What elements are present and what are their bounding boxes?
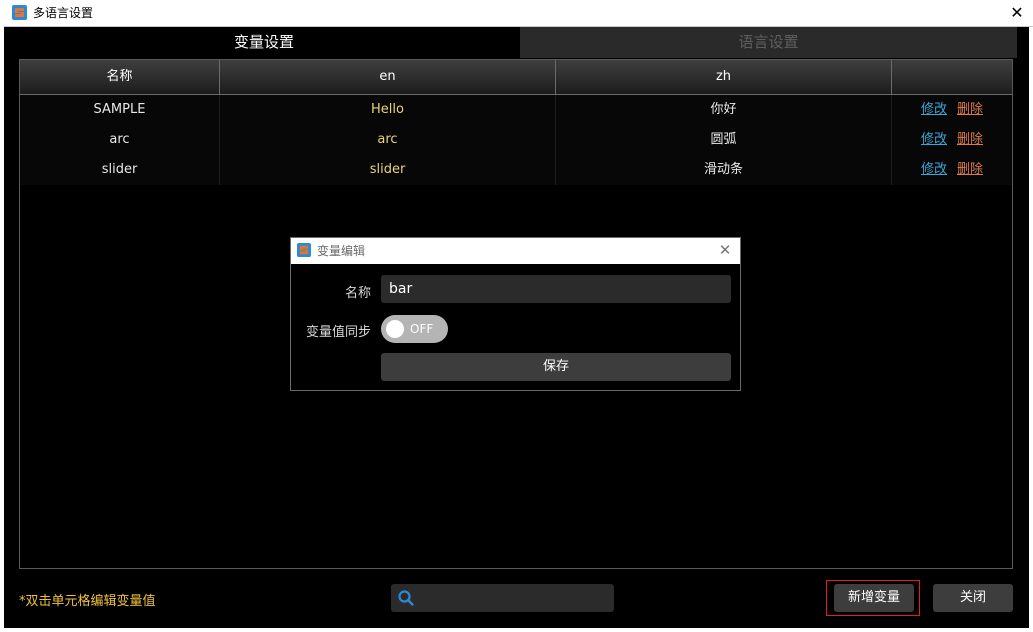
- delete-link[interactable]: 删除: [957, 132, 983, 147]
- app-logo-icon: [297, 243, 311, 257]
- cell-name[interactable]: SAMPLE: [20, 95, 220, 125]
- save-button[interactable]: 保存: [381, 353, 731, 381]
- table-row[interactable]: arc arc 圆弧 修改 删除: [20, 125, 1012, 155]
- toggle-state-text: OFF: [410, 322, 434, 336]
- toggle-knob: [386, 320, 404, 338]
- search-icon: [398, 590, 414, 606]
- delete-link[interactable]: 删除: [957, 162, 983, 177]
- variable-edit-dialog: 变量编辑 ✕ 名称 变量值同步 OFF 保存: [290, 237, 741, 391]
- name-label: 名称: [344, 286, 371, 301]
- tab-language-settings[interactable]: 语言设置: [520, 27, 1017, 58]
- delete-link[interactable]: 删除: [957, 102, 983, 117]
- cell-actions: 修改 删除: [892, 95, 1012, 125]
- cell-name[interactable]: slider: [20, 155, 220, 185]
- title-bar: 多语言设置 ✕: [4, 0, 1033, 27]
- column-header-actions: [892, 60, 1012, 94]
- table-row[interactable]: SAMPLE Hello 你好 修改 删除: [20, 95, 1012, 125]
- window-title: 多语言设置: [33, 6, 94, 20]
- dialog-close-icon[interactable]: ✕: [716, 241, 734, 259]
- cell-actions: 修改 删除: [892, 155, 1012, 185]
- column-header-zh[interactable]: zh: [556, 60, 892, 94]
- edit-link[interactable]: 修改: [921, 162, 947, 177]
- close-button[interactable]: 关闭: [933, 584, 1013, 612]
- cell-en[interactable]: slider: [220, 155, 556, 185]
- cell-actions: 修改 删除: [892, 125, 1012, 155]
- tab-variable-settings[interactable]: 变量设置: [8, 27, 520, 58]
- hint-text: *双击单元格编辑变量值: [19, 594, 156, 609]
- edit-link[interactable]: 修改: [921, 132, 947, 147]
- window-close-icon[interactable]: ✕: [1007, 3, 1027, 23]
- search-box[interactable]: [391, 584, 614, 614]
- dialog-title-bar: 变量编辑 ✕: [291, 238, 740, 264]
- sync-label: 变量值同步: [305, 325, 371, 340]
- cell-zh[interactable]: 你好: [556, 95, 892, 125]
- cell-name[interactable]: arc: [20, 125, 220, 155]
- dialog-title: 变量编辑: [317, 244, 366, 258]
- table-row[interactable]: slider slider 滑动条 修改 删除: [20, 155, 1012, 185]
- cell-zh[interactable]: 圆弧: [556, 125, 892, 155]
- column-header-name[interactable]: 名称: [20, 60, 220, 94]
- cell-en[interactable]: Hello: [220, 95, 556, 125]
- app-logo-icon: [12, 5, 27, 20]
- add-variable-button[interactable]: 新增变量: [834, 584, 914, 612]
- add-variable-focus-frame: 新增变量: [826, 580, 920, 616]
- sync-toggle[interactable]: OFF: [381, 315, 448, 343]
- variable-name-input[interactable]: [381, 275, 731, 303]
- edit-link[interactable]: 修改: [921, 102, 947, 117]
- tab-bar: 变量设置 语言设置: [8, 27, 1033, 58]
- table-header: 名称 en zh: [20, 60, 1012, 95]
- cell-en[interactable]: arc: [220, 125, 556, 155]
- cell-zh[interactable]: 滑动条: [556, 155, 892, 185]
- column-header-en[interactable]: en: [220, 60, 556, 94]
- search-input[interactable]: [419, 584, 613, 614]
